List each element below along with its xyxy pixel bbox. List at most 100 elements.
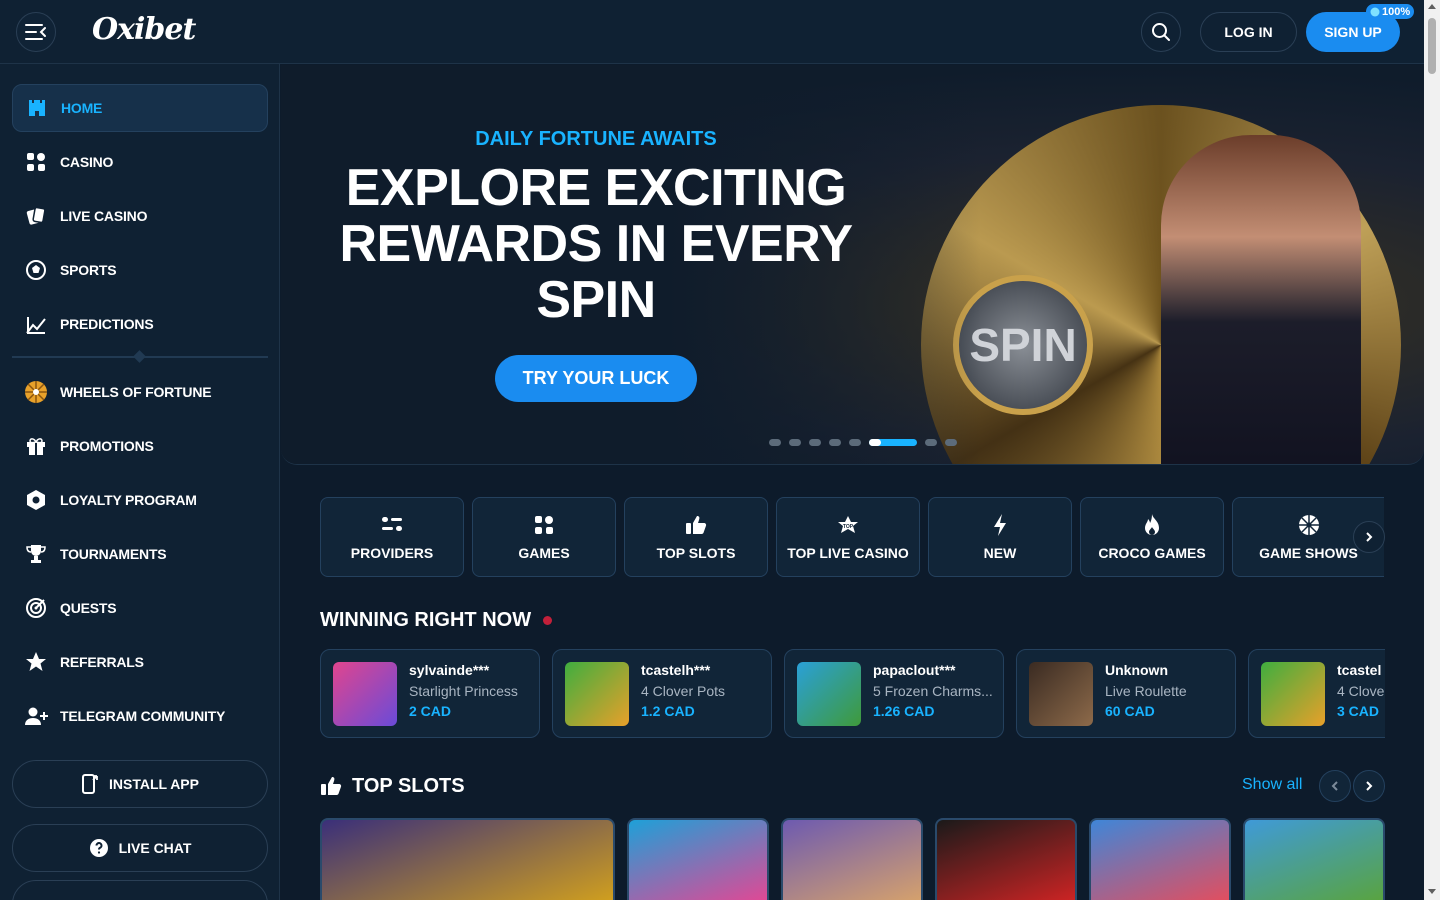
live-chat-label: LIVE CHAT bbox=[118, 840, 192, 856]
install-app-button[interactable]: INSTALL APP bbox=[12, 760, 268, 808]
sidebar-item-label: HOME bbox=[61, 100, 103, 116]
slot-game-tile[interactable] bbox=[935, 818, 1077, 900]
grid-icon bbox=[532, 513, 556, 537]
carousel-dot[interactable] bbox=[849, 439, 861, 446]
category-label: TOP LIVE CASINO bbox=[787, 545, 909, 561]
carousel-dot[interactable] bbox=[945, 439, 957, 446]
winner-amount: 1.26 CAD bbox=[873, 703, 935, 719]
search-button[interactable] bbox=[1141, 12, 1181, 52]
try-your-luck-button[interactable]: TRY YOUR LUCK bbox=[495, 355, 697, 402]
carousel-dot[interactable] bbox=[829, 439, 841, 446]
sidebar-item-telegram-community[interactable]: TELEGRAM COMMUNITY bbox=[12, 692, 268, 740]
carousel-dot[interactable] bbox=[925, 439, 937, 446]
slot-game-tile[interactable] bbox=[320, 818, 615, 900]
slot-game-tile[interactable] bbox=[1243, 818, 1385, 900]
sidebar-item-label: REFERRALS bbox=[60, 654, 144, 670]
sidebar-item-label: QUESTS bbox=[60, 600, 117, 616]
menu-toggle-button[interactable] bbox=[16, 12, 56, 52]
thumbs-up-icon bbox=[684, 513, 708, 537]
sidebar-item-predictions[interactable]: PREDICTIONS bbox=[12, 300, 268, 348]
sidebar-item-home[interactable]: HOME bbox=[12, 84, 268, 132]
thumbs-up-icon bbox=[321, 777, 342, 795]
lightning-icon bbox=[988, 513, 1012, 537]
category-new[interactable]: NEW bbox=[928, 497, 1072, 577]
sidebar-item-tournaments[interactable]: TOURNAMENTS bbox=[12, 530, 268, 578]
carousel-dot[interactable] bbox=[809, 439, 821, 446]
hero-eyebrow: DAILY FORTUNE AWAITS bbox=[475, 128, 717, 150]
sidebar-item-live-casino[interactable]: LIVE CASINO bbox=[12, 192, 268, 240]
hero-title: EXPLORE EXCITING REWARDS IN EVERY SPIN bbox=[339, 159, 853, 329]
category-croco-games[interactable]: CROCO GAMES bbox=[1080, 497, 1224, 577]
wheel-icon bbox=[24, 380, 48, 404]
install-app-label: INSTALL APP bbox=[109, 776, 199, 792]
cards-icon bbox=[24, 204, 48, 228]
scroll-thumb[interactable] bbox=[1428, 18, 1436, 74]
winner-card[interactable]: sylvainde*** Starlight Princess 2 CAD bbox=[320, 649, 540, 738]
scroll-down-arrow[interactable] bbox=[1428, 889, 1436, 894]
category-top-live-casino[interactable]: TOP TOP LIVE CASINO bbox=[776, 497, 920, 577]
winner-username: papaclout*** bbox=[873, 662, 956, 678]
slots-next-button[interactable] bbox=[1353, 770, 1385, 802]
carousel-dot[interactable] bbox=[789, 439, 801, 446]
svg-text:TOP: TOP bbox=[843, 524, 854, 530]
winner-amount: 2 CAD bbox=[409, 703, 452, 719]
winner-game: Live Roulette bbox=[1105, 683, 1187, 699]
sidebar-item-label: LIVE CASINO bbox=[60, 208, 148, 224]
category-games[interactable]: GAMES bbox=[472, 497, 616, 577]
add-user-icon bbox=[24, 704, 48, 728]
winner-card[interactable]: Unknown Live Roulette 60 CAD bbox=[1016, 649, 1236, 738]
live-chat-button[interactable]: LIVE CHAT bbox=[12, 824, 268, 872]
carousel-dot[interactable] bbox=[869, 439, 917, 446]
chevron-left-icon bbox=[1331, 781, 1338, 791]
slot-game-tile[interactable] bbox=[627, 818, 769, 900]
winner-card[interactable]: tcastelh*** 4 Clover Pots 1.2 CAD bbox=[552, 649, 772, 738]
sidebar-item-casino[interactable]: CASINO bbox=[12, 138, 268, 186]
sidebar-item-loyalty-program[interactable]: LOYALTY PROGRAM bbox=[12, 476, 268, 524]
slot-game-tile[interactable] bbox=[1089, 818, 1231, 900]
category-label: NEW bbox=[983, 545, 1017, 561]
category-label: TOP SLOTS bbox=[656, 545, 736, 561]
sidebar-item-quests[interactable]: QUESTS bbox=[12, 584, 268, 632]
chevron-right-icon bbox=[1366, 781, 1373, 791]
search-icon bbox=[1152, 23, 1170, 41]
target-icon bbox=[24, 596, 48, 620]
slots-prev-button[interactable] bbox=[1319, 770, 1351, 802]
flame-icon bbox=[1140, 513, 1164, 537]
winner-username: tcastel bbox=[1337, 662, 1382, 678]
chevron-right-icon bbox=[1366, 532, 1373, 542]
sidebar-item-referrals[interactable]: REFERRALS bbox=[12, 638, 268, 686]
game-thumbnail bbox=[565, 662, 629, 726]
menu-collapse-icon bbox=[25, 24, 46, 40]
winning-section-title: WINNING RIGHT NOW bbox=[320, 609, 532, 631]
winner-game: 4 Clover Pots bbox=[641, 683, 726, 699]
chart-icon bbox=[24, 312, 48, 336]
sidebar-divider-ornament bbox=[133, 350, 146, 363]
page-scrollbar[interactable] bbox=[1424, 0, 1440, 900]
hero-banner[interactable]: SPIN DAILY FORTUNE AWAITS EXPLORE EXCITI… bbox=[281, 65, 1424, 465]
sidebar: HOME CASINO LIVE CASINO SPORTS PREDICTIO… bbox=[0, 64, 280, 900]
category-providers[interactable]: PROVIDERS bbox=[320, 497, 464, 577]
login-button[interactable]: LOG IN bbox=[1200, 12, 1297, 52]
show-all-link[interactable]: Show all bbox=[1242, 776, 1302, 794]
hero-model-image bbox=[1161, 135, 1361, 464]
scroll-up-arrow[interactable] bbox=[1428, 4, 1436, 9]
game-thumbnail bbox=[1029, 662, 1093, 726]
sidebar-item-wheels-of-fortune[interactable]: WHEELS OF FORTUNE bbox=[12, 368, 268, 416]
trophy-icon bbox=[24, 542, 48, 566]
winner-card[interactable]: papaclout*** 5 Frozen Charms... 1.26 CAD bbox=[784, 649, 1004, 738]
top-header: Oxibet LOG IN SIGN UP 100% bbox=[0, 0, 1424, 64]
winner-game: Starlight Princess bbox=[409, 683, 518, 699]
sidebar-item-promotions[interactable]: PROMOTIONS bbox=[12, 422, 268, 470]
top-slots-title: TOP SLOTS bbox=[352, 775, 465, 797]
language-button[interactable] bbox=[12, 880, 268, 900]
carousel-dot[interactable] bbox=[769, 439, 781, 446]
winner-card[interactable]: tcastel 4 Clove 3 CAD bbox=[1248, 649, 1385, 738]
oxibet-logo[interactable]: Oxibet bbox=[92, 12, 196, 47]
grid-icon bbox=[24, 150, 48, 174]
categories-next-button[interactable] bbox=[1353, 521, 1385, 553]
winner-username: tcastelh*** bbox=[641, 662, 711, 678]
slot-game-tile[interactable] bbox=[781, 818, 923, 900]
category-top-slots[interactable]: TOP SLOTS bbox=[624, 497, 768, 577]
category-label: GAMES bbox=[518, 545, 570, 561]
sidebar-item-sports[interactable]: SPORTS bbox=[12, 246, 268, 294]
